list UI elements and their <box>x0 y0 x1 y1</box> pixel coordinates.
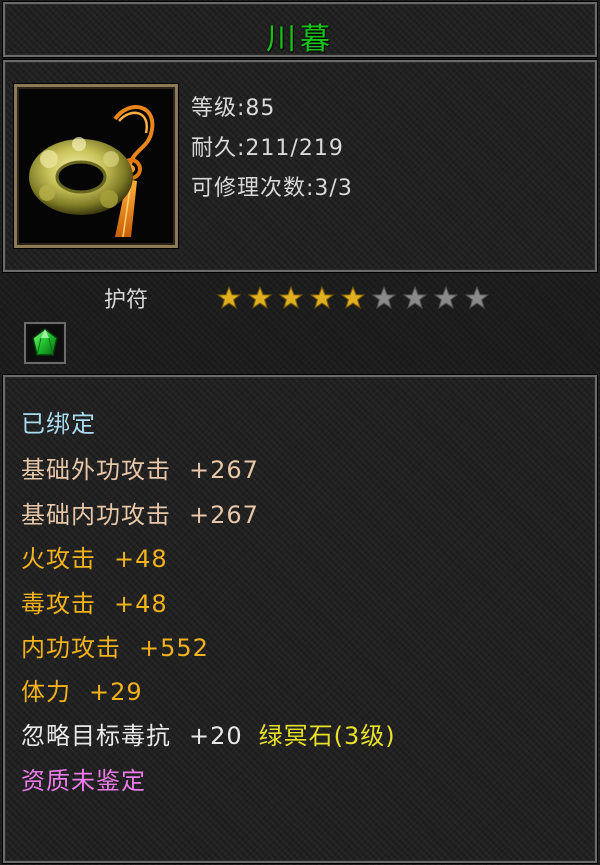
gem-name: 绿冥石(3级) <box>258 722 396 750</box>
durability-value: :211/219 <box>237 136 344 161</box>
stat-line: 基础内功攻击 +267 <box>21 500 259 530</box>
stat-label: 基础外功攻击 <box>21 456 171 484</box>
level-label: 等级 <box>191 96 238 121</box>
star-empty-icon <box>464 285 490 310</box>
star-filled-icon <box>247 285 273 310</box>
quality-status: 资质未鉴定 <box>21 767 146 795</box>
item-info-panel: 等级:85 耐久:211/219 可修理次数:3/3 <box>3 60 597 272</box>
star-filled-icon <box>340 285 366 310</box>
item-tooltip: 川暮 等级:85 耐久:211/219 可修理次数:3/3 护符 已绑定 基础外… <box>0 0 600 865</box>
durability-label: 耐久 <box>191 136 238 161</box>
stat-label: 忽略目标毒抗 <box>21 722 171 750</box>
stat-label: 内功攻击 <box>21 634 121 662</box>
item-type: 护符 <box>104 288 149 313</box>
star-empty-icon <box>402 285 428 310</box>
stat-line: 火攻击 +48 <box>21 544 168 574</box>
stat-line: 毒攻击 +48 <box>21 589 168 619</box>
level-value: :85 <box>237 96 276 121</box>
stat-label: 火攻击 <box>21 545 96 573</box>
stat-value: +48 <box>114 590 168 618</box>
star-empty-icon <box>371 285 397 310</box>
stat-value: +48 <box>114 545 168 573</box>
stats-panel: 已绑定 基础外功攻击 +267 基础内功攻击 +267 火攻击 +48 毒攻击 +48 … <box>3 375 597 863</box>
star-empty-icon <box>433 285 459 310</box>
durability-row: 耐久:211/219 <box>191 130 344 162</box>
level-row: 等级:85 <box>191 90 275 122</box>
item-icon-frame <box>14 84 178 248</box>
green-gem-icon <box>32 328 58 356</box>
stat-value: +29 <box>89 678 143 706</box>
stat-label: 毒攻击 <box>21 590 96 618</box>
jade-amulet-icon <box>19 89 173 243</box>
star-filled-icon <box>216 285 242 310</box>
stat-line: 体力 +29 <box>21 677 143 707</box>
stat-label: 基础内功攻击 <box>21 501 171 529</box>
stat-value: +20 <box>189 722 243 750</box>
item-name: 川暮 <box>266 22 334 57</box>
repairs-value: :3/3 <box>306 176 353 201</box>
bound-status: 已绑定 <box>21 410 96 438</box>
repairs-label: 可修理次数 <box>191 176 307 201</box>
title-bar: 川暮 <box>3 2 597 57</box>
stat-line: 忽略目标毒抗 +20 绿冥石(3级) <box>21 721 396 751</box>
stat-value: +267 <box>189 501 259 529</box>
repairs-row: 可修理次数:3/3 <box>191 170 353 202</box>
stat-value: +552 <box>139 634 209 662</box>
star-rating <box>215 285 491 311</box>
gem-slot[interactable] <box>24 322 66 364</box>
stat-line: 基础外功攻击 +267 <box>21 455 259 485</box>
stat-label: 体力 <box>21 678 71 706</box>
star-filled-icon <box>278 285 304 310</box>
stat-line: 内功攻击 +552 <box>21 633 209 663</box>
star-filled-icon <box>309 285 335 310</box>
stat-value: +267 <box>189 456 259 484</box>
